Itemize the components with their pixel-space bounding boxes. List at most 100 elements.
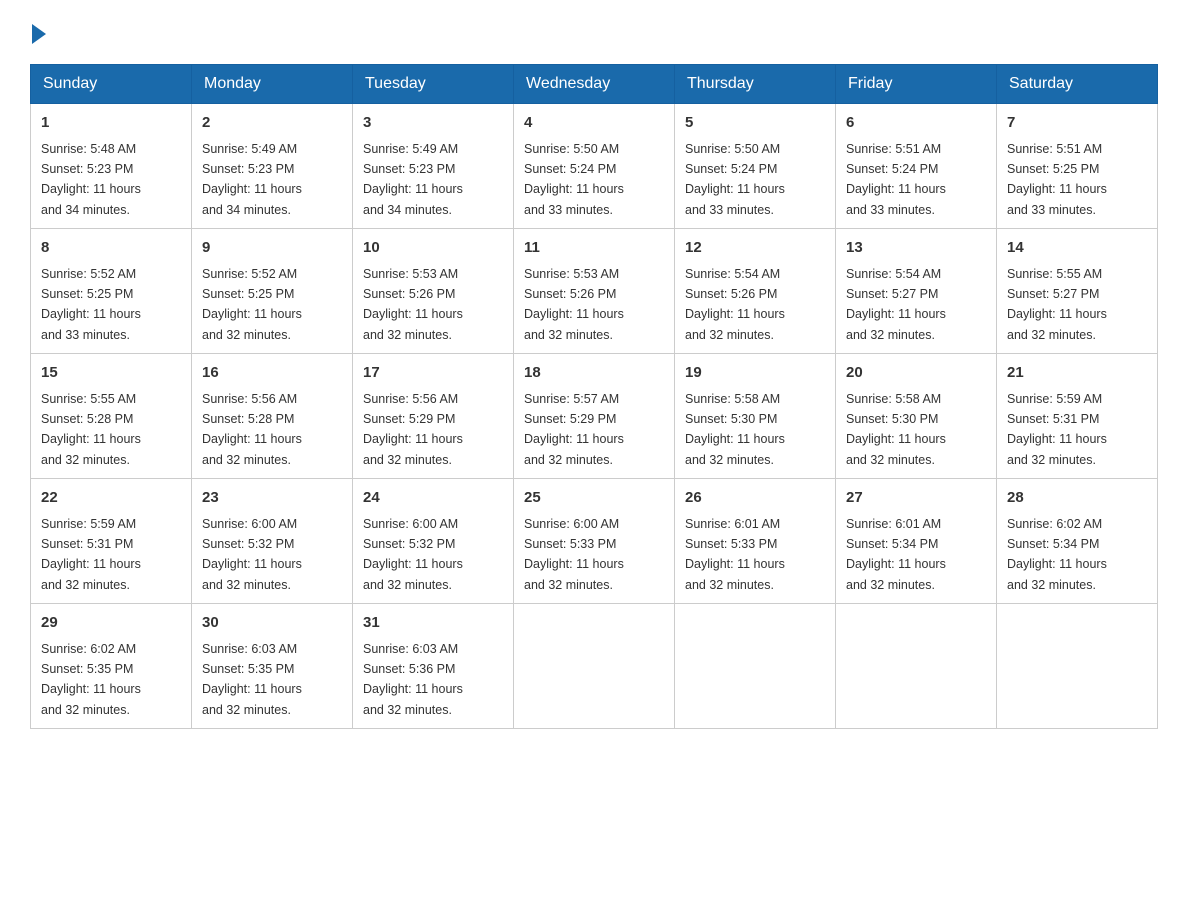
day-info: Sunrise: 5:48 AMSunset: 5:23 PMDaylight:… (41, 142, 141, 217)
calendar-week-row: 1 Sunrise: 5:48 AMSunset: 5:23 PMDayligh… (31, 104, 1158, 229)
calendar-cell: 15 Sunrise: 5:55 AMSunset: 5:28 PMDaylig… (31, 354, 192, 479)
day-info: Sunrise: 5:52 AMSunset: 5:25 PMDaylight:… (202, 267, 302, 342)
day-number: 1 (41, 112, 181, 135)
column-header-friday: Friday (836, 65, 997, 104)
day-number: 27 (846, 487, 986, 510)
day-info: Sunrise: 6:01 AMSunset: 5:33 PMDaylight:… (685, 517, 785, 592)
calendar-cell: 28 Sunrise: 6:02 AMSunset: 5:34 PMDaylig… (997, 479, 1158, 604)
day-info: Sunrise: 6:03 AMSunset: 5:35 PMDaylight:… (202, 642, 302, 717)
day-info: Sunrise: 5:53 AMSunset: 5:26 PMDaylight:… (363, 267, 463, 342)
day-info: Sunrise: 5:55 AMSunset: 5:28 PMDaylight:… (41, 392, 141, 467)
calendar-week-row: 29 Sunrise: 6:02 AMSunset: 5:35 PMDaylig… (31, 604, 1158, 729)
day-number: 3 (363, 112, 503, 135)
day-info: Sunrise: 5:51 AMSunset: 5:24 PMDaylight:… (846, 142, 946, 217)
calendar-cell: 11 Sunrise: 5:53 AMSunset: 5:26 PMDaylig… (514, 229, 675, 354)
day-info: Sunrise: 5:59 AMSunset: 5:31 PMDaylight:… (41, 517, 141, 592)
calendar-cell: 2 Sunrise: 5:49 AMSunset: 5:23 PMDayligh… (192, 104, 353, 229)
calendar-cell: 31 Sunrise: 6:03 AMSunset: 5:36 PMDaylig… (353, 604, 514, 729)
calendar-cell: 18 Sunrise: 5:57 AMSunset: 5:29 PMDaylig… (514, 354, 675, 479)
calendar-cell: 29 Sunrise: 6:02 AMSunset: 5:35 PMDaylig… (31, 604, 192, 729)
column-header-wednesday: Wednesday (514, 65, 675, 104)
day-info: Sunrise: 5:59 AMSunset: 5:31 PMDaylight:… (1007, 392, 1107, 467)
day-info: Sunrise: 5:49 AMSunset: 5:23 PMDaylight:… (363, 142, 463, 217)
column-header-tuesday: Tuesday (353, 65, 514, 104)
calendar-week-row: 22 Sunrise: 5:59 AMSunset: 5:31 PMDaylig… (31, 479, 1158, 604)
column-header-saturday: Saturday (997, 65, 1158, 104)
calendar-cell: 23 Sunrise: 6:00 AMSunset: 5:32 PMDaylig… (192, 479, 353, 604)
calendar-cell (514, 604, 675, 729)
calendar-cell: 4 Sunrise: 5:50 AMSunset: 5:24 PMDayligh… (514, 104, 675, 229)
day-info: Sunrise: 5:51 AMSunset: 5:25 PMDaylight:… (1007, 142, 1107, 217)
day-number: 9 (202, 237, 342, 260)
calendar-cell: 24 Sunrise: 6:00 AMSunset: 5:32 PMDaylig… (353, 479, 514, 604)
calendar-table: SundayMondayTuesdayWednesdayThursdayFrid… (30, 64, 1158, 729)
day-info: Sunrise: 5:58 AMSunset: 5:30 PMDaylight:… (685, 392, 785, 467)
day-number: 17 (363, 362, 503, 385)
day-info: Sunrise: 6:00 AMSunset: 5:33 PMDaylight:… (524, 517, 624, 592)
day-info: Sunrise: 6:01 AMSunset: 5:34 PMDaylight:… (846, 517, 946, 592)
day-info: Sunrise: 5:56 AMSunset: 5:28 PMDaylight:… (202, 392, 302, 467)
page-header (30, 20, 1158, 44)
day-info: Sunrise: 6:02 AMSunset: 5:35 PMDaylight:… (41, 642, 141, 717)
day-number: 21 (1007, 362, 1147, 385)
calendar-cell: 5 Sunrise: 5:50 AMSunset: 5:24 PMDayligh… (675, 104, 836, 229)
day-number: 22 (41, 487, 181, 510)
calendar-cell: 25 Sunrise: 6:00 AMSunset: 5:33 PMDaylig… (514, 479, 675, 604)
day-info: Sunrise: 5:54 AMSunset: 5:26 PMDaylight:… (685, 267, 785, 342)
calendar-cell: 17 Sunrise: 5:56 AMSunset: 5:29 PMDaylig… (353, 354, 514, 479)
day-info: Sunrise: 6:00 AMSunset: 5:32 PMDaylight:… (202, 517, 302, 592)
calendar-cell: 14 Sunrise: 5:55 AMSunset: 5:27 PMDaylig… (997, 229, 1158, 354)
calendar-header-row: SundayMondayTuesdayWednesdayThursdayFrid… (31, 65, 1158, 104)
calendar-cell: 27 Sunrise: 6:01 AMSunset: 5:34 PMDaylig… (836, 479, 997, 604)
day-info: Sunrise: 5:57 AMSunset: 5:29 PMDaylight:… (524, 392, 624, 467)
day-info: Sunrise: 6:02 AMSunset: 5:34 PMDaylight:… (1007, 517, 1107, 592)
calendar-cell (997, 604, 1158, 729)
day-number: 11 (524, 237, 664, 260)
day-number: 16 (202, 362, 342, 385)
day-info: Sunrise: 5:56 AMSunset: 5:29 PMDaylight:… (363, 392, 463, 467)
calendar-week-row: 15 Sunrise: 5:55 AMSunset: 5:28 PMDaylig… (31, 354, 1158, 479)
calendar-week-row: 8 Sunrise: 5:52 AMSunset: 5:25 PMDayligh… (31, 229, 1158, 354)
calendar-cell: 9 Sunrise: 5:52 AMSunset: 5:25 PMDayligh… (192, 229, 353, 354)
day-info: Sunrise: 5:50 AMSunset: 5:24 PMDaylight:… (524, 142, 624, 217)
calendar-cell: 30 Sunrise: 6:03 AMSunset: 5:35 PMDaylig… (192, 604, 353, 729)
calendar-cell: 6 Sunrise: 5:51 AMSunset: 5:24 PMDayligh… (836, 104, 997, 229)
day-info: Sunrise: 6:00 AMSunset: 5:32 PMDaylight:… (363, 517, 463, 592)
day-number: 26 (685, 487, 825, 510)
day-number: 29 (41, 612, 181, 635)
day-number: 31 (363, 612, 503, 635)
day-number: 4 (524, 112, 664, 135)
day-number: 18 (524, 362, 664, 385)
day-number: 5 (685, 112, 825, 135)
day-info: Sunrise: 5:53 AMSunset: 5:26 PMDaylight:… (524, 267, 624, 342)
logo-arrow-icon (32, 24, 46, 44)
day-info: Sunrise: 6:03 AMSunset: 5:36 PMDaylight:… (363, 642, 463, 717)
calendar-cell: 21 Sunrise: 5:59 AMSunset: 5:31 PMDaylig… (997, 354, 1158, 479)
day-info: Sunrise: 5:55 AMSunset: 5:27 PMDaylight:… (1007, 267, 1107, 342)
column-header-monday: Monday (192, 65, 353, 104)
day-number: 23 (202, 487, 342, 510)
logo (30, 20, 46, 44)
day-number: 14 (1007, 237, 1147, 260)
calendar-cell: 12 Sunrise: 5:54 AMSunset: 5:26 PMDaylig… (675, 229, 836, 354)
day-number: 28 (1007, 487, 1147, 510)
day-number: 30 (202, 612, 342, 635)
day-number: 8 (41, 237, 181, 260)
calendar-cell: 7 Sunrise: 5:51 AMSunset: 5:25 PMDayligh… (997, 104, 1158, 229)
day-number: 15 (41, 362, 181, 385)
calendar-cell: 13 Sunrise: 5:54 AMSunset: 5:27 PMDaylig… (836, 229, 997, 354)
calendar-cell: 20 Sunrise: 5:58 AMSunset: 5:30 PMDaylig… (836, 354, 997, 479)
calendar-cell: 1 Sunrise: 5:48 AMSunset: 5:23 PMDayligh… (31, 104, 192, 229)
day-info: Sunrise: 5:50 AMSunset: 5:24 PMDaylight:… (685, 142, 785, 217)
calendar-cell (675, 604, 836, 729)
column-header-thursday: Thursday (675, 65, 836, 104)
calendar-cell: 22 Sunrise: 5:59 AMSunset: 5:31 PMDaylig… (31, 479, 192, 604)
day-info: Sunrise: 5:54 AMSunset: 5:27 PMDaylight:… (846, 267, 946, 342)
day-number: 19 (685, 362, 825, 385)
calendar-cell: 16 Sunrise: 5:56 AMSunset: 5:28 PMDaylig… (192, 354, 353, 479)
calendar-cell: 19 Sunrise: 5:58 AMSunset: 5:30 PMDaylig… (675, 354, 836, 479)
calendar-cell: 3 Sunrise: 5:49 AMSunset: 5:23 PMDayligh… (353, 104, 514, 229)
day-number: 7 (1007, 112, 1147, 135)
calendar-cell: 8 Sunrise: 5:52 AMSunset: 5:25 PMDayligh… (31, 229, 192, 354)
day-number: 6 (846, 112, 986, 135)
